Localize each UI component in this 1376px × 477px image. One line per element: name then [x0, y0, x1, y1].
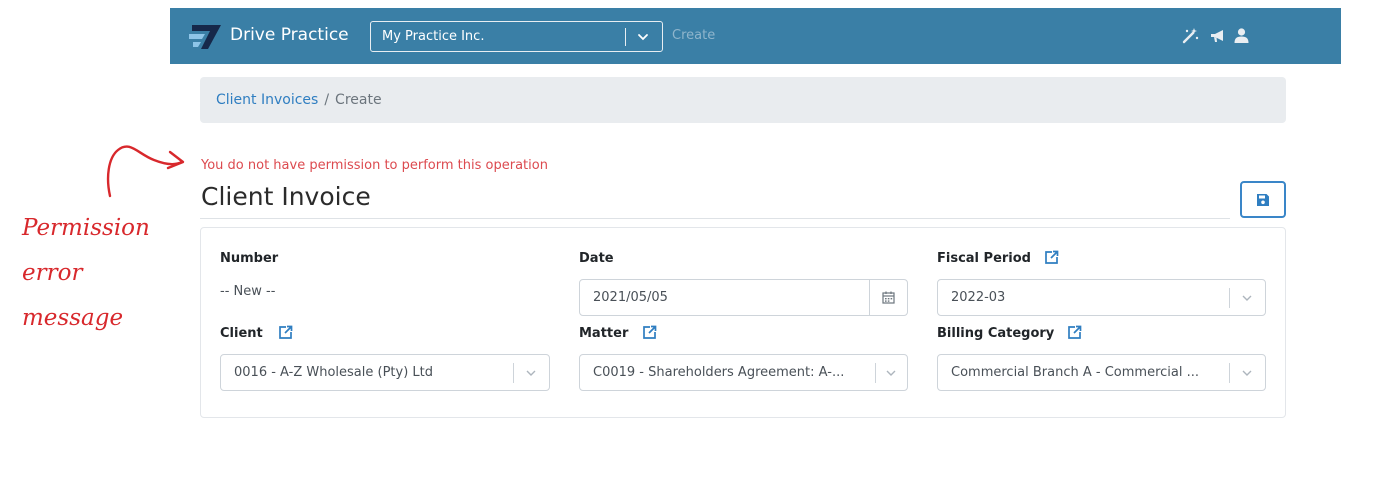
fiscal-period-label: Fiscal Period: [937, 251, 1031, 266]
page-title: Client Invoice: [201, 182, 371, 211]
matter-select[interactable]: C0019 - Shareholders Agreement: A-...: [579, 354, 908, 391]
annotation-line: error: [22, 260, 83, 286]
magic-wand-icon[interactable]: [1182, 27, 1199, 44]
chevron-down-icon[interactable]: [525, 367, 537, 379]
fiscal-period-select[interactable]: 2022-03: [937, 279, 1266, 316]
annotation-arrow-icon: [106, 145, 185, 198]
client-value: 0016 - A-Z Wholesale (Pty) Ltd: [234, 365, 434, 380]
annotation-line: Permission: [22, 215, 150, 241]
breadcrumb-current: Create: [335, 92, 382, 108]
save-icon: [1257, 194, 1269, 206]
external-link-icon[interactable]: [642, 325, 657, 340]
annotation-text: Permission error message: [22, 206, 202, 341]
brand-name[interactable]: Drive Practice: [230, 25, 349, 45]
brand-logo-icon[interactable]: [188, 22, 222, 50]
client-label: Client: [220, 326, 263, 341]
select-divider: [875, 363, 876, 383]
save-button[interactable]: [1240, 181, 1286, 218]
external-link-icon[interactable]: [1067, 325, 1082, 340]
breadcrumb: Client Invoices / Create: [200, 77, 1286, 123]
permission-error-message: You do not have permission to perform th…: [201, 158, 548, 173]
user-icon[interactable]: [1233, 27, 1250, 44]
fiscal-period-value: 2022-03: [951, 290, 1006, 305]
chevron-down-icon[interactable]: [1241, 292, 1253, 304]
number-value: -- New --: [220, 284, 276, 299]
billing-category-label: Billing Category: [937, 326, 1055, 341]
date-field[interactable]: 2021/05/05: [579, 279, 908, 316]
select-divider: [1229, 288, 1230, 308]
matter-label: Matter: [579, 326, 629, 341]
billing-category-select[interactable]: Commercial Branch A - Commercial ...: [937, 354, 1266, 391]
calendar-button[interactable]: [869, 280, 907, 315]
chevron-down-icon[interactable]: [885, 367, 897, 379]
external-link-icon[interactable]: [278, 325, 293, 340]
calendar-icon: [882, 291, 895, 304]
chevron-down-icon[interactable]: [1241, 367, 1253, 379]
select-divider: [513, 363, 514, 383]
client-select[interactable]: 0016 - A-Z Wholesale (Pty) Ltd: [220, 354, 550, 391]
breadcrumb-link-client-invoices[interactable]: Client Invoices: [216, 92, 318, 108]
megaphone-icon[interactable]: [1209, 27, 1226, 44]
practice-select-value: My Practice Inc.: [382, 29, 485, 44]
matter-value: C0019 - Shareholders Agreement: A-...: [593, 365, 845, 380]
external-link-icon[interactable]: [1044, 250, 1059, 265]
breadcrumb-separator: /: [324, 92, 330, 108]
annotation-line: message: [22, 305, 124, 331]
select-divider: [625, 28, 626, 46]
top-navbar: Drive Practice My Practice Inc. Create: [170, 8, 1341, 64]
chevron-down-icon[interactable]: [636, 30, 650, 44]
title-divider: [200, 218, 1230, 219]
number-label: Number: [220, 251, 279, 266]
select-divider: [1229, 363, 1230, 383]
practice-select[interactable]: My Practice Inc.: [370, 21, 663, 52]
nav-current-action: Create: [672, 28, 716, 43]
date-label: Date: [579, 251, 614, 266]
date-value: 2021/05/05: [593, 290, 668, 305]
billing-category-value: Commercial Branch A - Commercial ...: [951, 365, 1200, 380]
